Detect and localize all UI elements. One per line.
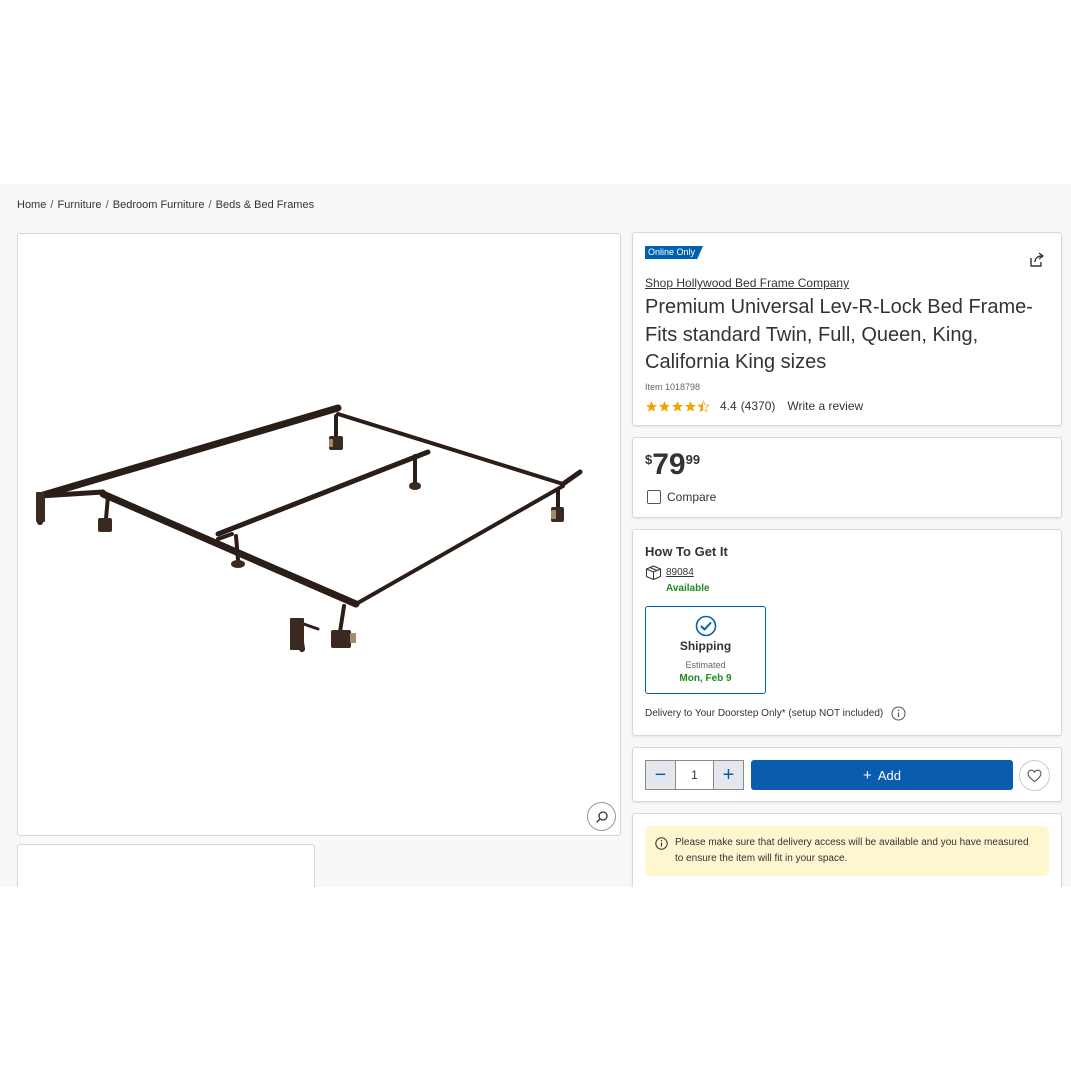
page-content: Home / Furniture / Bedroom Furniture / B… bbox=[0, 184, 1071, 887]
star-rating bbox=[645, 399, 710, 413]
zip-code-link[interactable]: 89084 bbox=[666, 567, 694, 578]
magnifier-icon bbox=[595, 810, 608, 823]
add-to-cart-card: − 1 + + Add bbox=[632, 747, 1062, 802]
price-dollars: 79 bbox=[652, 448, 686, 481]
price-currency: $ bbox=[645, 452, 653, 467]
heart-icon bbox=[1027, 769, 1042, 782]
thumbnail-panel[interactable] bbox=[17, 844, 315, 887]
breadcrumb: Home / Furniture / Bedroom Furniture / B… bbox=[17, 199, 314, 211]
price-cents: 99 bbox=[685, 452, 701, 467]
breadcrumb-furniture[interactable]: Furniture bbox=[58, 199, 102, 211]
fulfillment-title: How To Get It bbox=[645, 544, 728, 559]
star-icon bbox=[672, 400, 683, 412]
write-review-link[interactable]: Write a review bbox=[787, 399, 863, 413]
breadcrumb-beds-bed-frames[interactable]: Beds & Bed Frames bbox=[216, 199, 314, 211]
add-to-cart-button[interactable]: + Add bbox=[751, 760, 1013, 790]
compare-label: Compare bbox=[667, 490, 717, 504]
check-circle-icon bbox=[695, 615, 717, 637]
shipping-label: Shipping bbox=[679, 639, 732, 653]
review-count[interactable]: (4370) bbox=[741, 399, 776, 413]
product-title: Premium Universal Lev-R-Lock Bed Frame- … bbox=[645, 296, 1033, 373]
availability-status: Available bbox=[666, 583, 710, 594]
share-icon[interactable] bbox=[1028, 251, 1046, 269]
info-icon[interactable] bbox=[891, 706, 906, 721]
increase-quantity-button[interactable]: + bbox=[713, 760, 744, 790]
star-icon bbox=[685, 400, 696, 412]
breadcrumb-separator: / bbox=[208, 199, 212, 211]
add-button-label: Add bbox=[877, 767, 901, 783]
product-info-card: Online Only Shop Hollywood Bed Frame Com… bbox=[632, 232, 1062, 426]
zoom-button[interactable] bbox=[587, 802, 616, 831]
quantity-input[interactable]: 1 bbox=[676, 760, 713, 790]
favorite-button[interactable] bbox=[1019, 760, 1050, 791]
zip-row: 89084 bbox=[645, 565, 694, 580]
notice-text: Please make sure that delivery access wi… bbox=[675, 837, 1029, 864]
info-icon bbox=[655, 837, 668, 850]
rating-value: 4.4 bbox=[720, 399, 737, 413]
estimated-label: Estimated bbox=[685, 660, 726, 670]
delivery-note: Delivery to Your Doorstep Only* (setup N… bbox=[645, 706, 906, 721]
delivery-notice: Please make sure that delivery access wi… bbox=[645, 826, 1049, 876]
star-icon bbox=[659, 400, 670, 412]
compare-checkbox[interactable] bbox=[647, 490, 661, 504]
brand-link[interactable]: Shop Hollywood Bed Frame Company bbox=[645, 276, 849, 290]
breadcrumb-home[interactable]: Home bbox=[17, 199, 46, 211]
star-icon bbox=[646, 400, 657, 412]
breadcrumb-bedroom-furniture[interactable]: Bedroom Furniture bbox=[113, 199, 205, 211]
plus-icon: + bbox=[863, 766, 872, 784]
half-star-icon bbox=[697, 399, 710, 412]
item-number: Item 1018798 bbox=[645, 382, 701, 392]
shipping-option[interactable]: Shipping Estimated Mon, Feb 9 bbox=[645, 606, 766, 694]
quantity-stepper: − 1 + bbox=[645, 760, 744, 790]
compare-toggle[interactable]: Compare bbox=[647, 490, 716, 504]
delivery-note-text: Delivery to Your Doorstep Only* (setup N… bbox=[645, 708, 884, 719]
bed-frame-image bbox=[36, 404, 583, 652]
estimated-date: Mon, Feb 9 bbox=[679, 673, 732, 684]
fulfillment-card: How To Get It 89084 Available Shipping E… bbox=[632, 529, 1062, 736]
notice-card: Please make sure that delivery access wi… bbox=[632, 813, 1062, 887]
online-only-badge: Online Only bbox=[645, 246, 704, 259]
price: $ 79 99 bbox=[645, 449, 700, 481]
breadcrumb-separator: / bbox=[50, 199, 54, 211]
price-card: $ 79 99 Compare bbox=[632, 437, 1062, 518]
rating-row[interactable]: 4.4 (4370) Write a review bbox=[645, 398, 863, 414]
breadcrumb-separator: / bbox=[105, 199, 109, 211]
decrease-quantity-button[interactable]: − bbox=[645, 760, 676, 790]
product-image-panel[interactable] bbox=[17, 233, 621, 836]
package-icon bbox=[646, 565, 661, 580]
